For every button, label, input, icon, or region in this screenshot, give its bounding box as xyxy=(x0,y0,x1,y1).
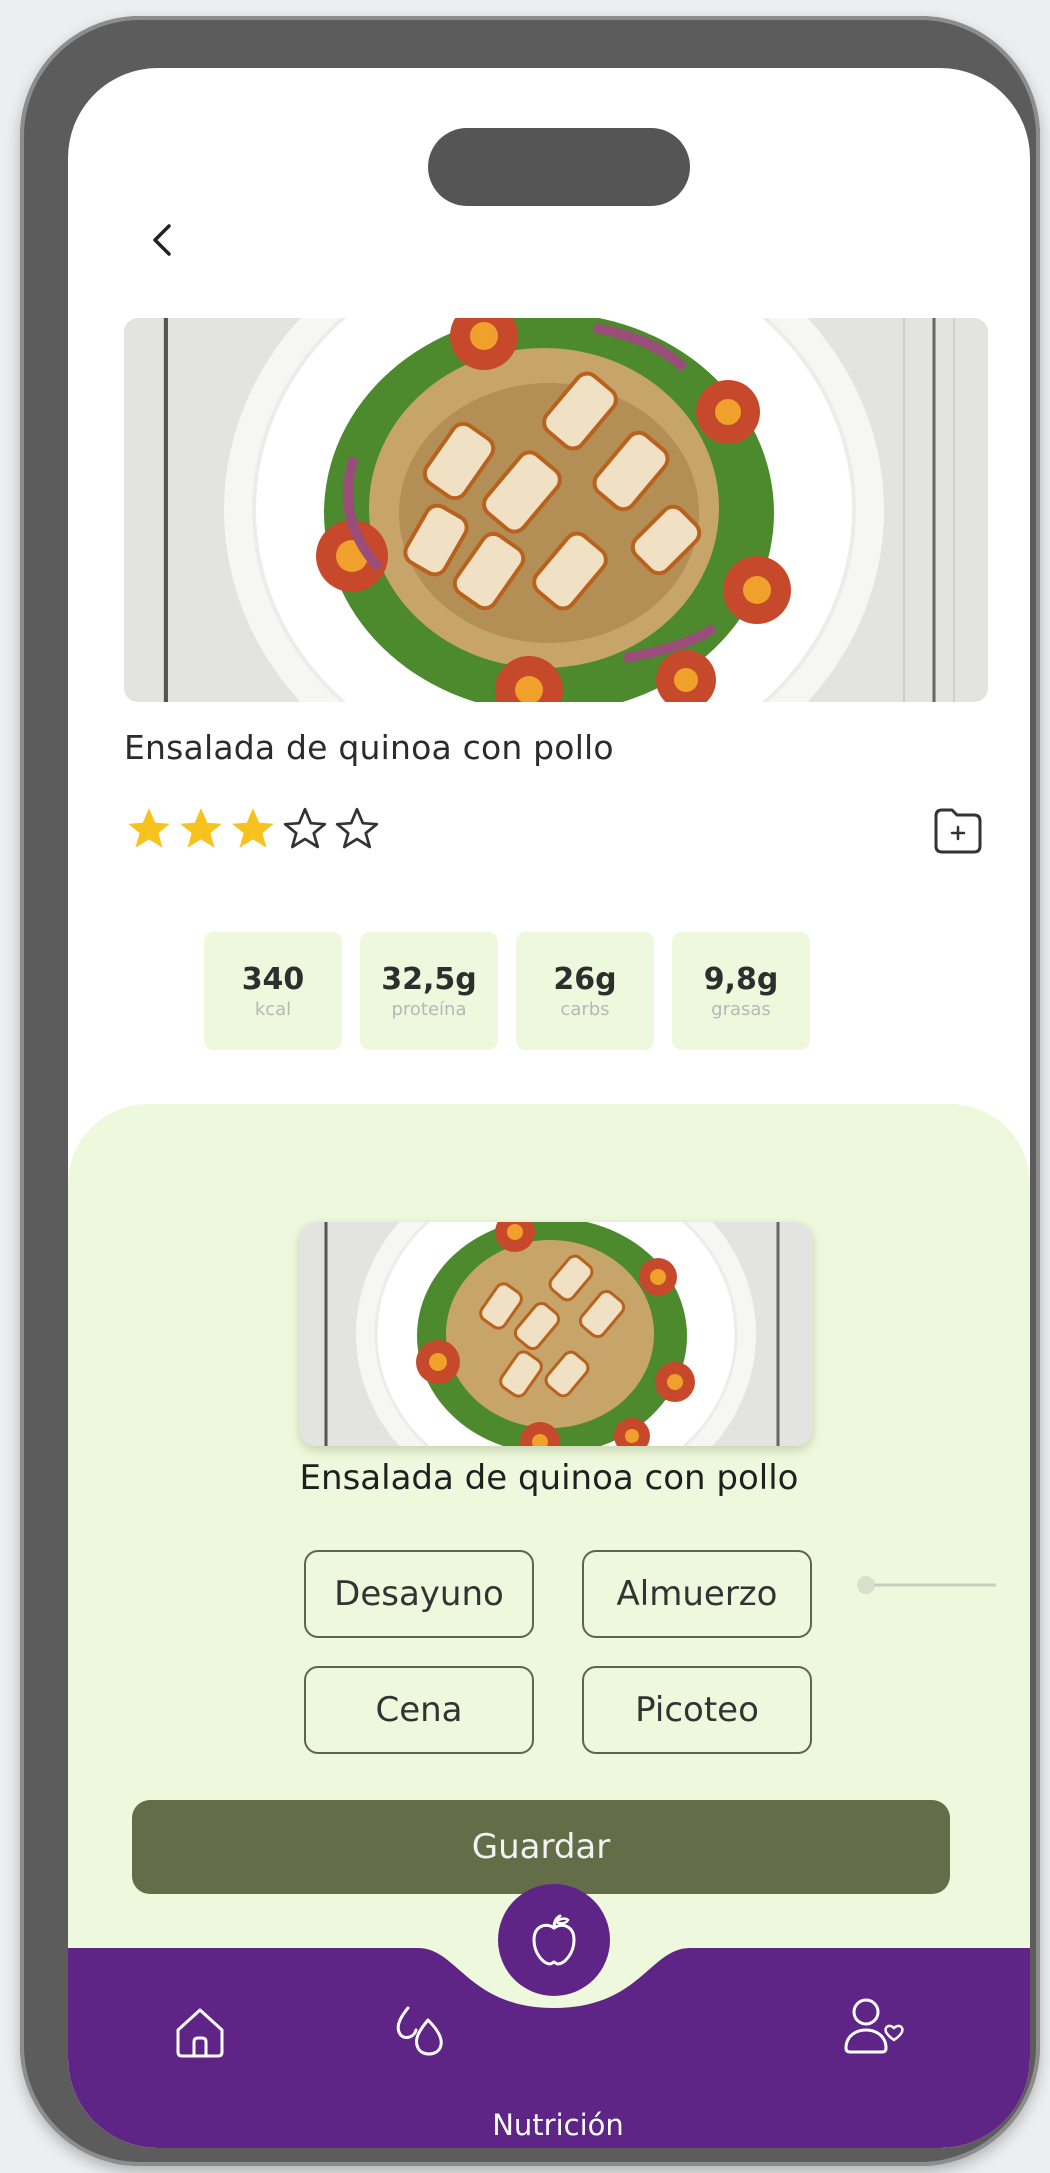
sheet-recipe-title: Ensalada de quinoa con pollo xyxy=(299,1458,799,1498)
bottom-navigation: Nutrición xyxy=(68,1884,1030,2148)
star-outline-icon[interactable] xyxy=(280,804,330,854)
macro-carbs: 26g carbs xyxy=(516,932,654,1050)
recipe-hero-image xyxy=(124,318,988,702)
nav-label-nutrition[interactable]: Nutrición xyxy=(468,2108,648,2142)
recipe-thumbnail xyxy=(300,1222,812,1446)
macros-row: 340 kcal 32,5g proteína 26g carbs 9,8g g… xyxy=(204,932,810,1050)
macro-protein: 32,5g proteína xyxy=(360,932,498,1050)
star-outline-icon[interactable] xyxy=(332,804,382,854)
nav-nutrition[interactable] xyxy=(498,1884,610,1996)
star-filled-icon[interactable] xyxy=(176,804,226,854)
chevron-left-icon xyxy=(153,224,171,256)
water-drops-icon xyxy=(396,2006,443,2056)
meal-option-cena[interactable]: Cena xyxy=(304,1666,534,1754)
meal-option-picoteo[interactable]: Picoteo xyxy=(582,1666,812,1754)
star-filled-icon[interactable] xyxy=(124,804,174,854)
macro-label: grasas xyxy=(711,999,771,1020)
community-icon xyxy=(844,1998,904,2054)
back-button[interactable] xyxy=(140,218,184,262)
macro-value: 340 xyxy=(241,962,305,997)
annotation-connector xyxy=(857,1576,996,1594)
macro-label: kcal xyxy=(254,999,292,1020)
star-filled-icon[interactable] xyxy=(228,804,278,854)
phone-frame: Ensalada de quinoa con pollo 340 kcal 32… xyxy=(20,16,1040,2166)
meal-option-almuerzo[interactable]: Almuerzo xyxy=(582,1550,812,1638)
macro-value: 32,5g xyxy=(381,962,477,997)
macro-value: 9,8g xyxy=(703,962,779,997)
macro-kcal: 340 kcal xyxy=(204,932,342,1050)
folder-add-icon xyxy=(934,808,982,854)
nav-community[interactable] xyxy=(840,1992,910,2066)
meal-option-desayuno[interactable]: Desayuno xyxy=(304,1550,534,1638)
macro-label: proteína xyxy=(391,999,467,1020)
macro-label: carbs xyxy=(560,999,610,1020)
nav-hydration[interactable] xyxy=(388,2000,452,2068)
macro-value: 26g xyxy=(553,962,617,997)
star-rating[interactable] xyxy=(124,804,382,854)
recipe-title: Ensalada de quinoa con pollo xyxy=(124,728,614,767)
save-button[interactable]: Guardar xyxy=(132,1800,950,1894)
macro-fat: 9,8g grasas xyxy=(672,932,810,1050)
phone-screen: Ensalada de quinoa con pollo 340 kcal 32… xyxy=(68,68,1030,2148)
add-to-folder-button[interactable] xyxy=(930,802,986,858)
home-icon xyxy=(176,2008,224,2058)
dynamic-island xyxy=(428,128,690,206)
apple-icon xyxy=(532,1914,576,1966)
nav-home[interactable] xyxy=(168,2000,232,2068)
